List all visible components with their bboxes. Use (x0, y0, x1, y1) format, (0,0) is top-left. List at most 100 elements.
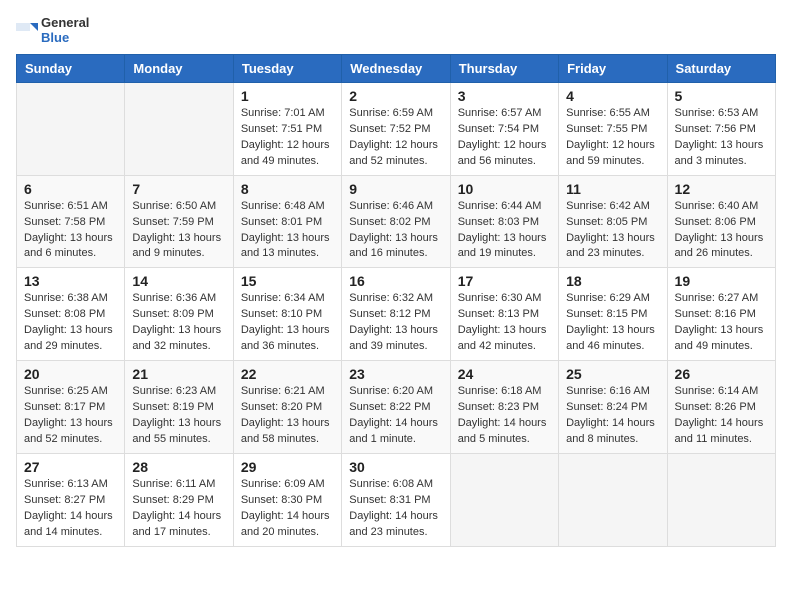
calendar-cell: 22 Sunrise: 6:21 AM Sunset: 8:20 PM Dayli… (233, 361, 341, 454)
day-info: Sunrise: 6:18 AM Sunset: 8:23 PM Dayligh… (458, 384, 551, 448)
day-info: Sunrise: 7:01 AM Sunset: 7:51 PM Dayligh… (241, 106, 334, 170)
day-info: Sunrise: 6:09 AM Sunset: 8:30 PM Dayligh… (241, 477, 334, 541)
day-number: 2 (349, 88, 442, 104)
calendar-cell: 4Sunrise: 6:55 AM Sunset: 7:55 PM Daylig… (559, 82, 667, 175)
week-row-1: 1 Sunrise: 7:01 AM Sunset: 7:51 PM Daylig… (17, 82, 776, 175)
calendar-cell: 20 Sunrise: 6:25 AM Sunset: 8:17 PM Dayli… (17, 361, 125, 454)
day-number: 10 (458, 181, 551, 197)
calendar-cell: 21 Sunrise: 6:23 AM Sunset: 8:19 PM Dayli… (125, 361, 233, 454)
calendar-cell: 24 Sunrise: 6:18 AM Sunset: 8:23 PM Dayli… (450, 361, 558, 454)
weekday-thursday: Thursday (450, 54, 558, 82)
calendar-cell: 1 Sunrise: 7:01 AM Sunset: 7:51 PM Daylig… (233, 82, 341, 175)
day-number: 27 (24, 459, 117, 475)
calendar-cell: 15 Sunrise: 6:34 AM Sunset: 8:10 PM Dayli… (233, 268, 341, 361)
calendar-cell: 17 Sunrise: 6:30 AM Sunset: 8:13 PM Dayli… (450, 268, 558, 361)
day-number: 13 (24, 273, 117, 289)
day-number: 21 (132, 366, 225, 382)
week-row-5: 27 Sunrise: 6:13 AM Sunset: 8:27 PM Dayli… (17, 453, 776, 546)
day-number: 22 (241, 366, 334, 382)
calendar-cell: 6 Sunrise: 6:51 AM Sunset: 7:58 PM Daylig… (17, 175, 125, 268)
day-number: 24 (458, 366, 551, 382)
calendar-cell: 18 Sunrise: 6:29 AM Sunset: 8:15 PM Dayli… (559, 268, 667, 361)
calendar-cell: 23 Sunrise: 6:20 AM Sunset: 8:22 PM Dayli… (342, 361, 450, 454)
calendar-cell: 30 Sunrise: 6:08 AM Sunset: 8:31 PM Dayli… (342, 453, 450, 546)
day-info: Sunrise: 6:51 AM Sunset: 7:58 PM Dayligh… (24, 199, 117, 263)
day-info: Sunrise: 6:27 AM Sunset: 8:16 PM Dayligh… (675, 291, 768, 355)
calendar-cell: 2 Sunrise: 6:59 AM Sunset: 7:52 PM Daylig… (342, 82, 450, 175)
day-info: Sunrise: 6:11 AM Sunset: 8:29 PM Dayligh… (132, 477, 225, 541)
day-info: Sunrise: 6:50 AM Sunset: 7:59 PM Dayligh… (132, 199, 225, 263)
calendar-cell: 8Sunrise: 6:48 AM Sunset: 8:01 PM Daylig… (233, 175, 341, 268)
day-info: Sunrise: 6:40 AM Sunset: 8:06 PM Dayligh… (675, 199, 768, 263)
weekday-wednesday: Wednesday (342, 54, 450, 82)
calendar-cell: 29Sunrise: 6:09 AM Sunset: 8:30 PM Dayli… (233, 453, 341, 546)
day-number: 20 (24, 366, 117, 382)
day-number: 15 (241, 273, 334, 289)
day-info: Sunrise: 6:34 AM Sunset: 8:10 PM Dayligh… (241, 291, 334, 355)
weekday-header-row: SundayMondayTuesdayWednesdayThursdayFrid… (17, 54, 776, 82)
calendar-cell: 3Sunrise: 6:57 AM Sunset: 7:54 PM Daylig… (450, 82, 558, 175)
weekday-sunday: Sunday (17, 54, 125, 82)
day-info: Sunrise: 6:25 AM Sunset: 8:17 PM Dayligh… (24, 384, 117, 448)
day-number: 26 (675, 366, 768, 382)
calendar-cell (17, 82, 125, 175)
day-number: 6 (24, 181, 117, 197)
day-number: 30 (349, 459, 442, 475)
day-number: 19 (675, 273, 768, 289)
calendar-cell (667, 453, 775, 546)
calendar-cell: 28 Sunrise: 6:11 AM Sunset: 8:29 PM Dayli… (125, 453, 233, 546)
calendar-cell: 25Sunrise: 6:16 AM Sunset: 8:24 PM Dayli… (559, 361, 667, 454)
calendar-table: SundayMondayTuesdayWednesdayThursdayFrid… (16, 54, 776, 547)
day-number: 28 (132, 459, 225, 475)
day-info: Sunrise: 6:44 AM Sunset: 8:03 PM Dayligh… (458, 199, 551, 263)
day-info: Sunrise: 6:20 AM Sunset: 8:22 PM Dayligh… (349, 384, 442, 448)
day-info: Sunrise: 6:30 AM Sunset: 8:13 PM Dayligh… (458, 291, 551, 355)
calendar-cell: 19 Sunrise: 6:27 AM Sunset: 8:16 PM Dayli… (667, 268, 775, 361)
week-row-2: 6 Sunrise: 6:51 AM Sunset: 7:58 PM Daylig… (17, 175, 776, 268)
day-info: Sunrise: 6:46 AM Sunset: 8:02 PM Dayligh… (349, 199, 442, 263)
logo-graphic-icon (16, 20, 38, 42)
week-row-3: 13 Sunrise: 6:38 AM Sunset: 8:08 PM Dayli… (17, 268, 776, 361)
calendar-cell: 11 Sunrise: 6:42 AM Sunset: 8:05 PM Dayli… (559, 175, 667, 268)
day-number: 23 (349, 366, 442, 382)
logo-general: General (41, 16, 89, 31)
day-info: Sunrise: 6:42 AM Sunset: 8:05 PM Dayligh… (566, 199, 659, 263)
day-info: Sunrise: 6:21 AM Sunset: 8:20 PM Dayligh… (241, 384, 334, 448)
calendar-cell (559, 453, 667, 546)
day-info: Sunrise: 6:55 AM Sunset: 7:55 PM Dayligh… (566, 106, 659, 170)
day-info: Sunrise: 6:08 AM Sunset: 8:31 PM Dayligh… (349, 477, 442, 541)
weekday-monday: Monday (125, 54, 233, 82)
day-info: Sunrise: 6:23 AM Sunset: 8:19 PM Dayligh… (132, 384, 225, 448)
calendar-cell: 27 Sunrise: 6:13 AM Sunset: 8:27 PM Dayli… (17, 453, 125, 546)
day-number: 5 (675, 88, 768, 104)
day-number: 1 (241, 88, 334, 104)
logo-blue: Blue (41, 31, 89, 46)
day-info: Sunrise: 6:53 AM Sunset: 7:56 PM Dayligh… (675, 106, 768, 170)
calendar-body: 1 Sunrise: 7:01 AM Sunset: 7:51 PM Daylig… (17, 82, 776, 546)
day-info: Sunrise: 6:14 AM Sunset: 8:26 PM Dayligh… (675, 384, 768, 448)
day-info: Sunrise: 6:29 AM Sunset: 8:15 PM Dayligh… (566, 291, 659, 355)
calendar-cell: 10 Sunrise: 6:44 AM Sunset: 8:03 PM Dayli… (450, 175, 558, 268)
calendar-cell: 12 Sunrise: 6:40 AM Sunset: 8:06 PM Dayli… (667, 175, 775, 268)
day-number: 14 (132, 273, 225, 289)
day-number: 16 (349, 273, 442, 289)
calendar-cell: 16Sunrise: 6:32 AM Sunset: 8:12 PM Dayli… (342, 268, 450, 361)
day-info: Sunrise: 6:59 AM Sunset: 7:52 PM Dayligh… (349, 106, 442, 170)
day-info: Sunrise: 6:13 AM Sunset: 8:27 PM Dayligh… (24, 477, 117, 541)
logo: General Blue (16, 16, 89, 46)
day-info: Sunrise: 6:16 AM Sunset: 8:24 PM Dayligh… (566, 384, 659, 448)
calendar-cell: 7Sunrise: 6:50 AM Sunset: 7:59 PM Daylig… (125, 175, 233, 268)
week-row-4: 20 Sunrise: 6:25 AM Sunset: 8:17 PM Dayli… (17, 361, 776, 454)
day-number: 9 (349, 181, 442, 197)
calendar-cell: 9 Sunrise: 6:46 AM Sunset: 8:02 PM Daylig… (342, 175, 450, 268)
day-number: 12 (675, 181, 768, 197)
day-number: 11 (566, 181, 659, 197)
calendar-cell (125, 82, 233, 175)
calendar-cell: 5 Sunrise: 6:53 AM Sunset: 7:56 PM Daylig… (667, 82, 775, 175)
day-info: Sunrise: 6:48 AM Sunset: 8:01 PM Dayligh… (241, 199, 334, 263)
calendar-cell (450, 453, 558, 546)
day-number: 18 (566, 273, 659, 289)
day-info: Sunrise: 6:38 AM Sunset: 8:08 PM Dayligh… (24, 291, 117, 355)
day-number: 17 (458, 273, 551, 289)
weekday-friday: Friday (559, 54, 667, 82)
